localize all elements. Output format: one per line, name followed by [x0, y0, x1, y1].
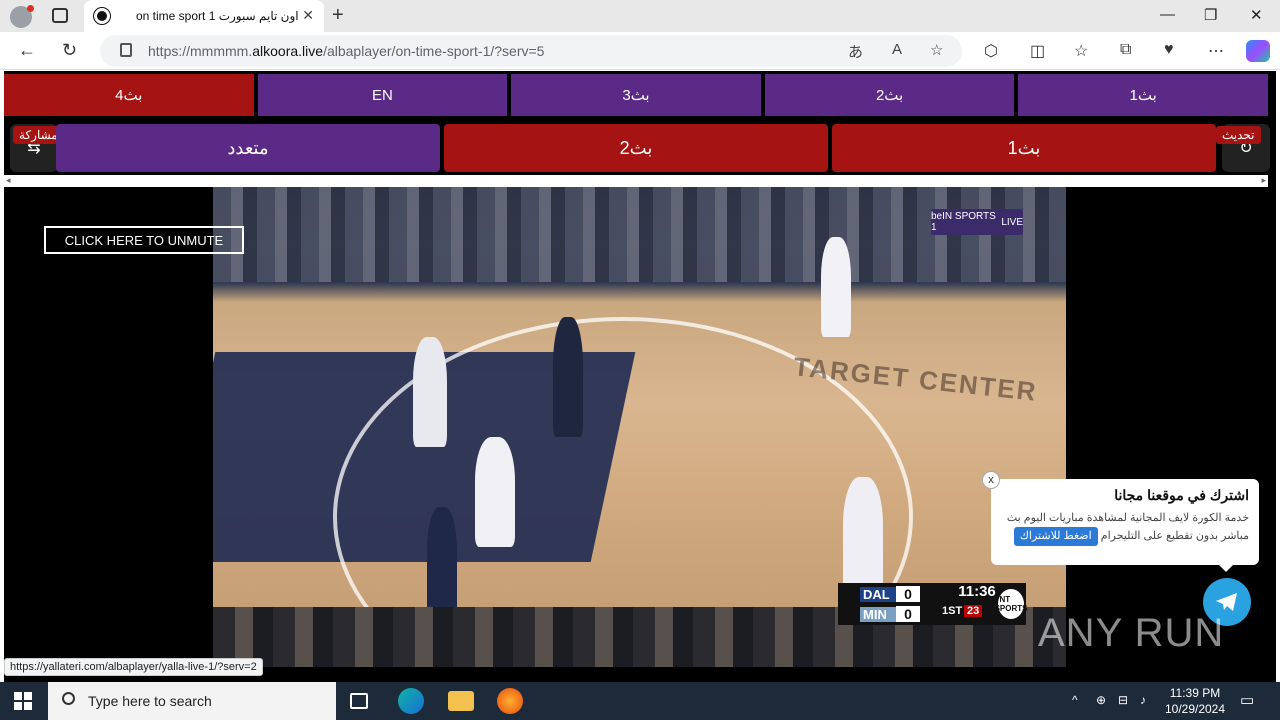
status-bar-link: https://yallateri.com/albaplayer/yalla-l… [4, 658, 263, 676]
refresh-label[interactable]: تحديث [1216, 126, 1261, 144]
maximize-button[interactable]: ❐ [1204, 6, 1217, 24]
player-figure [843, 477, 883, 597]
read-aloud-icon[interactable]: A [892, 41, 902, 58]
player-figure [413, 337, 447, 447]
minimize-button[interactable]: — [1160, 6, 1175, 23]
game-period: 1ST [942, 605, 963, 617]
search-icon [62, 692, 75, 705]
popup-title: اشترك في موقعنا مجانا [1114, 487, 1249, 503]
tray-app-icon[interactable]: ⊕ [1096, 693, 1106, 707]
server-button-alt-1[interactable]: بث1 [832, 124, 1216, 172]
shot-clock: 23 [964, 605, 983, 617]
favorites-icon[interactable]: ☆ [1074, 41, 1088, 61]
team1-score: 0 [896, 586, 920, 602]
clock-time: 11:39 PM [1169, 686, 1221, 700]
more-menu-icon[interactable]: ⋯ [1208, 41, 1224, 61]
video-player[interactable]: TARGET CENTER beIN SPORTS 1 LIVE DAL 0 M… [213, 187, 1066, 667]
soccer-ball-favicon-icon [94, 8, 110, 24]
unmute-button[interactable]: CLICK HERE TO UNMUTE [44, 226, 244, 254]
team2-name: MIN [860, 606, 896, 622]
edge-browser-icon[interactable] [398, 688, 424, 714]
task-view-icon[interactable] [350, 693, 368, 709]
tab-actions-icon[interactable] [52, 8, 68, 23]
firefox-icon[interactable] [497, 688, 523, 714]
notifications-icon[interactable]: ▭ [1240, 691, 1254, 709]
taskbar-search[interactable]: Type here to search [48, 682, 336, 720]
close-window-button[interactable]: ✕ [1250, 6, 1263, 24]
popup-description: خدمة الكورة لايف المجانية لمشاهدة مباريا… [997, 510, 1249, 546]
profile-avatar-icon[interactable] [10, 5, 34, 28]
subscribe-popup: اشترك في موقعنا مجانا خدمة الكورة لايف ا… [991, 479, 1259, 565]
tab-title: on time sport 1 اون تايم سبورت [136, 9, 299, 23]
server-button-1[interactable]: بث1 [1018, 74, 1268, 116]
team2-score: 0 [896, 606, 920, 622]
server-button-multi[interactable]: متعدد [56, 124, 440, 172]
address-bar[interactable]: https://mmmmm.alkoora.live/albaplayer/on… [100, 35, 962, 67]
collections-icon[interactable]: ⧉ [1120, 41, 1131, 59]
extensions-icon[interactable]: ⬡ [984, 41, 998, 61]
server-row-2: متعدد بث2 بث1 [56, 124, 1216, 172]
windows-start-icon[interactable] [14, 692, 32, 710]
team1-name: DAL [860, 586, 896, 602]
channel-name: beIN SPORTS 1 [931, 211, 996, 233]
server-button-2[interactable]: بث2 [764, 74, 1015, 116]
popup-close-icon[interactable]: x [982, 471, 1000, 489]
scroll-right-icon[interactable]: ▸ [1261, 175, 1266, 186]
server-button-3[interactable]: بث3 [511, 74, 761, 116]
live-badge: LIVE [1001, 216, 1023, 228]
scorebug: DAL 0 MIN 0 11:36 1ST 23 TNT SPORTS [838, 583, 1027, 625]
network-icon[interactable]: ⊟ [1118, 693, 1128, 707]
translate-icon[interactable]: あ [848, 41, 863, 62]
network-logo: TNT SPORTS [995, 589, 1027, 619]
player-figure [821, 237, 851, 337]
subscribe-button[interactable]: اضغط للاشتراك [1013, 527, 1098, 546]
player-figure [553, 317, 583, 437]
search-placeholder: Type here to search [88, 693, 212, 709]
telegram-plane-icon [1216, 593, 1237, 611]
score-row-team1: DAL 0 [860, 584, 920, 604]
system-clock[interactable]: 11:39 PM 10/29/2024 [1160, 685, 1230, 717]
horizontal-scrollbar[interactable]: ◂ ▸ [4, 175, 1268, 187]
player-figure [475, 437, 515, 547]
page-content: بث4 EN بث3 بث2 بث1 ⇆ مشاركة ↻ تحديث متعد… [0, 71, 1280, 682]
server-row-1: بث4 EN بث3 بث2 بث1 [4, 74, 1268, 118]
url-text: https://mmmmm.alkoora.live/albaplayer/on… [148, 43, 545, 59]
copilot-icon[interactable] [1246, 40, 1270, 62]
player-figure [427, 507, 457, 617]
clock-date: 10/29/2024 [1164, 702, 1226, 716]
browser-toolbar: ← ↻ https://mmmmm.alkoora.live/albaplaye… [0, 32, 1280, 70]
favorite-star-icon[interactable]: ☆ [930, 41, 943, 59]
file-explorer-icon[interactable] [448, 691, 474, 711]
back-arrow-icon[interactable]: ← [18, 40, 36, 61]
server-button-alt-2[interactable]: بث2 [444, 124, 828, 172]
split-screen-icon[interactable]: ◫ [1030, 41, 1045, 61]
scroll-left-icon[interactable]: ◂ [6, 175, 11, 186]
server-button-4[interactable]: بث4 [4, 74, 254, 116]
popup-pointer [1218, 564, 1234, 572]
anyrun-watermark: ANY RUN [1038, 611, 1225, 655]
browser-tab-active[interactable]: on time sport 1 اون تايم سبورت ✕ [84, 0, 324, 32]
browser-tab-strip: on time sport 1 اون تايم سبورت ✕ + — ❐ ✕ [0, 0, 1280, 32]
windows-taskbar: Type here to search ^ ⊕ ⊟ ♪ 11:39 PM 10/… [0, 682, 1280, 720]
reload-icon[interactable]: ↻ [62, 40, 77, 61]
tab-close-icon[interactable]: ✕ [302, 7, 314, 24]
tray-chevron-icon[interactable]: ^ [1072, 693, 1078, 707]
score-row-team2: MIN 0 [860, 604, 920, 624]
server-button-en[interactable]: EN [257, 74, 508, 116]
volume-icon[interactable]: ♪ [1140, 693, 1146, 707]
lock-icon[interactable] [120, 43, 132, 57]
performance-icon[interactable]: ♥ [1164, 41, 1174, 59]
channel-logo: beIN SPORTS 1 LIVE [931, 209, 1023, 235]
new-tab-button[interactable]: + [332, 4, 344, 27]
